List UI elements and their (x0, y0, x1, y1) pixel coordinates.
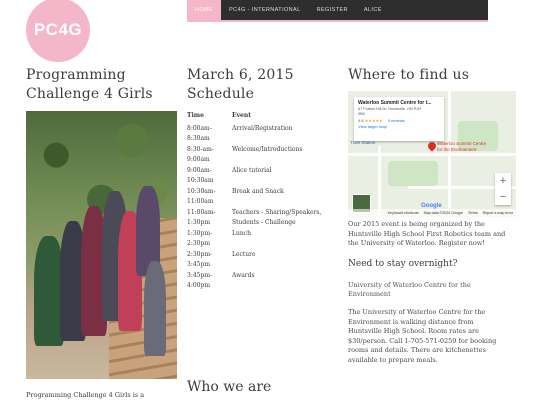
intro-caption: Programming Challenge 4 Girls is a (26, 391, 145, 399)
table-row: 9:00am- 10:30am Alice tutorial (187, 166, 337, 187)
centre-image: University of Waterloo Centre for the En… (348, 281, 471, 298)
nav-international[interactable]: PC4G - INTERNATIONAL (221, 0, 308, 20)
place-card: Waterloo Summit Centre for t... 67 Forbe… (354, 97, 444, 141)
group-photo (26, 111, 177, 379)
left-title-line1: Programming (26, 67, 126, 83)
schedule-date: March 6, 2015 (187, 67, 294, 83)
header-event: Event (232, 112, 252, 119)
row-time: 1:30pm (187, 219, 211, 226)
header-time: Time (187, 112, 204, 119)
reviews-link[interactable]: 5 reviews (388, 118, 405, 123)
row-time: 1:30pm- (187, 229, 213, 237)
map-data-label: Map data ©2025 Google (423, 211, 463, 215)
top-nav: HOME PC4G - INTERNATIONAL REGISTER ALICE (187, 0, 488, 22)
row-time: 3:45pm (187, 261, 211, 268)
place-rating: 4.6 ★★★★★ 5 reviews (358, 118, 405, 123)
place-name: Waterloo Summit Centre for t... (358, 100, 432, 106)
organized-text: Our 2015 event is being organized by the… (348, 220, 506, 247)
table-row: 11:00am- 1:30pm Teachers - Sharing/Speake… (187, 208, 337, 229)
row-time: 8:30-am- (187, 145, 214, 153)
schedule-table: Time Event 8:00am- 8:30am Arrival/Registr… (187, 111, 337, 292)
schedule-title: March 6, 2015 Schedule (187, 66, 294, 104)
nav-home[interactable]: HOME (187, 0, 222, 20)
logo-text: PC4G (33, 20, 83, 39)
rating-stars-icon: ★★★★★ (364, 118, 383, 123)
report-map-error-link[interactable]: Report a map error (483, 211, 513, 215)
map-pin-label: Waterloo Summit Centre for the Environme… (437, 141, 487, 152)
zoom-in-button[interactable]: + (500, 175, 506, 187)
row-time: 10:30am (187, 177, 214, 184)
row-time: 11:00am- (187, 208, 216, 216)
schedule-label: Schedule (187, 86, 255, 102)
keyboard-shortcuts-link[interactable]: Keyboard shortcuts (388, 211, 419, 215)
nav-register[interactable]: REGISTER (309, 0, 356, 20)
row-time: 8:00am- (187, 124, 212, 132)
nav-alice[interactable]: ALICE (356, 0, 390, 20)
table-row: 2:30pm- 3:45pm Lecture (187, 250, 337, 271)
row-time: 11:00am (187, 198, 214, 205)
site-logo[interactable]: PC4G (26, 0, 90, 62)
schedule-header: Time Event (187, 111, 337, 122)
embedded-map[interactable]: Train Station Waterloo Summit Centre for… (348, 91, 516, 217)
left-title: Programming Challenge 4 Girls (26, 66, 153, 104)
row-event: Students - Challenge (232, 219, 296, 226)
row-time: 3:45pm- (187, 271, 213, 279)
row-time: 9:00am- (187, 166, 212, 174)
place-address: 67 Forbes Hill Dr, Huntsville, ON P1H 0B… (358, 107, 422, 116)
zoom-out-button[interactable]: − (500, 191, 506, 203)
view-larger-map-link[interactable]: View larger map (358, 124, 440, 129)
row-time: 10:30am- (187, 187, 216, 195)
row-event: Teachers - Sharing/Speakers, (232, 208, 322, 216)
row-event: Arrival/Registration (232, 124, 293, 132)
row-time: 9:00am (187, 156, 210, 163)
table-row: 1:30pm- 2:30pm Lunch (187, 229, 337, 250)
row-event: Awards (232, 271, 255, 279)
map-pin-icon[interactable] (426, 140, 438, 152)
table-row: 8:30-am- 9:00am Welcome/Introductions (187, 145, 337, 166)
row-time: 2:30pm (187, 240, 211, 247)
row-event: Lunch (232, 229, 251, 237)
row-event: Break and Snack (232, 187, 284, 195)
who-we-are-heading: Who we are (187, 379, 272, 395)
table-row: 10:30am- 11:00am Break and Snack (187, 187, 337, 208)
table-row: 3:45pm- 4:00pm Awards (187, 271, 337, 292)
row-event: Alice tutorial (232, 166, 272, 174)
row-time: 8:30am (187, 135, 210, 142)
where-title: Where to find us (348, 67, 470, 83)
row-event: Lecture (232, 250, 256, 258)
terms-link[interactable]: Terms (468, 211, 478, 215)
row-event: Welcome/Introductions (232, 145, 303, 153)
left-title-line2: Challenge 4 Girls (26, 86, 153, 102)
accommodation-text: The University of Waterloo Centre for th… (348, 308, 497, 364)
zoom-controls: + − (495, 173, 511, 205)
table-row: 8:00am- 8:30am Arrival/Registration (187, 124, 337, 145)
row-time: 2:30pm- (187, 250, 213, 258)
row-time: 4:00pm (187, 282, 211, 289)
overnight-heading: Need to stay overnight? (348, 259, 458, 269)
map-footer: Keyboard shortcuts Map data ©2025 Google… (348, 209, 516, 217)
